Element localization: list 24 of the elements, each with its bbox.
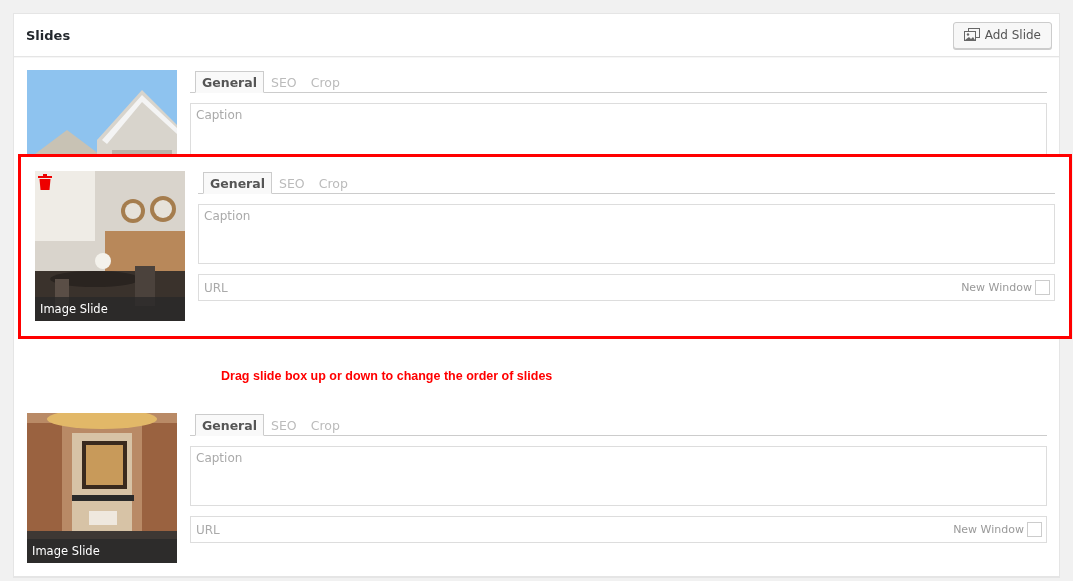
new-window-checkbox[interactable]	[1035, 280, 1050, 295]
trash-icon[interactable]	[38, 174, 52, 190]
add-slide-button[interactable]: Add Slide	[952, 21, 1052, 49]
slide-card[interactable]: Image Slide General SEO Crop Caption URL New Window	[18, 154, 1072, 339]
tab[interactable]: General	[195, 71, 264, 93]
new-window-label: New Window	[961, 281, 1032, 294]
images-icon	[963, 28, 980, 42]
panel-title: Slides	[26, 27, 71, 43]
new-window-label: New Window	[953, 523, 1024, 536]
caption-field[interactable]: Caption	[190, 446, 1047, 506]
tab[interactable]: Crop	[303, 414, 347, 436]
tab[interactable]: General	[203, 172, 272, 194]
caption-field[interactable]: Caption	[198, 204, 1055, 264]
tab[interactable]: SEO	[272, 172, 312, 194]
caption-field[interactable]: Caption	[190, 103, 1047, 154]
drag-hint: Drag slide box up or down to change the order of slides	[221, 369, 553, 383]
tab[interactable]: SEO	[264, 71, 304, 93]
new-window-checkbox[interactable]	[1027, 522, 1042, 537]
tab[interactable]: SEO	[264, 414, 304, 436]
image-label: Image Slide	[27, 539, 177, 563]
image-label: Image Slide	[35, 297, 185, 321]
tab[interactable]: General	[195, 414, 264, 436]
tab[interactable]: Crop	[311, 172, 355, 194]
tab[interactable]: Crop	[303, 71, 347, 93]
